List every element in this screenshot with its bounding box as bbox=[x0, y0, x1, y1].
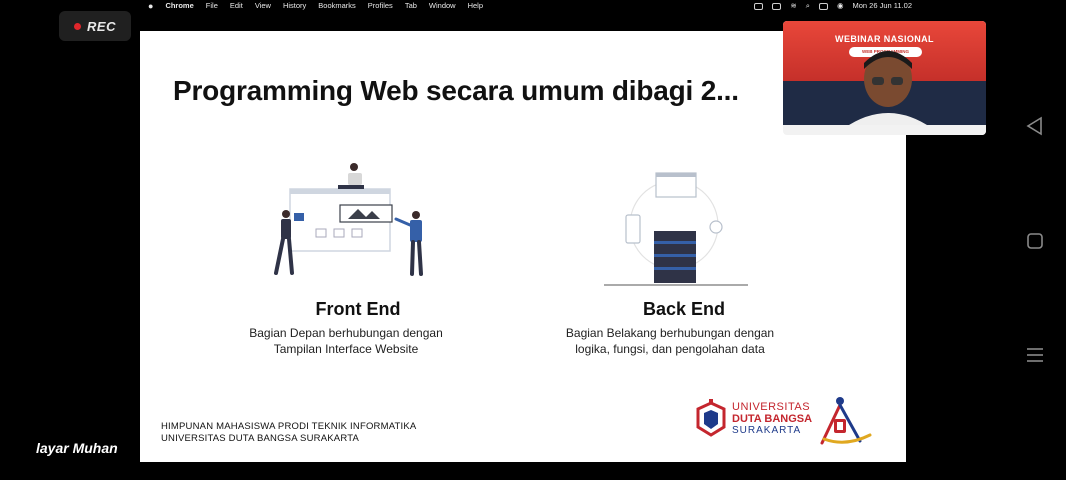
screen-share-icon[interactable] bbox=[754, 2, 764, 10]
menu-profiles[interactable]: Profiles bbox=[368, 0, 393, 12]
recording-label: REC bbox=[87, 18, 116, 34]
menu-help[interactable]: Help bbox=[468, 0, 483, 12]
logo-line3: SURAKARTA bbox=[732, 425, 802, 436]
mac-menubar: ● Chrome File Edit View History Bookmark… bbox=[140, 0, 912, 12]
menu-file[interactable]: File bbox=[206, 0, 218, 12]
logo-line1: UNIVERSITAS bbox=[732, 401, 811, 413]
recording-badge[interactable]: REC bbox=[59, 11, 131, 41]
back-end-desc-line1: Bagian Belakang berhubungan dengan bbox=[565, 326, 775, 340]
menubar-right: ≋ ⌕ ◉ Mon 26 Jun 11.02 bbox=[754, 0, 912, 12]
himpunan-logo-icon bbox=[820, 397, 872, 445]
record-dot-icon bbox=[74, 22, 82, 30]
menu-edit[interactable]: Edit bbox=[230, 0, 243, 12]
menu-tab[interactable]: Tab bbox=[405, 0, 417, 12]
front-end-description: Bagian Depan berhubungan dengan Tampilan… bbox=[216, 325, 476, 357]
university-crest-icon bbox=[696, 399, 726, 437]
battery-icon[interactable] bbox=[772, 2, 782, 10]
menu-bookmarks[interactable]: Bookmarks bbox=[318, 0, 356, 12]
front-end-title: Front End bbox=[315, 299, 401, 319]
control-center-icon[interactable] bbox=[818, 2, 828, 10]
front-end-desc-line1: Bagian Depan berhubungan dengan bbox=[249, 326, 443, 340]
slide-footer: HIMPUNAN MAHASISWA PRODI TEKNIK INFORMAT… bbox=[161, 421, 416, 445]
webcam-overlay[interactable]: WEBINAR NASIONAL WEB PROGRAMMING bbox=[783, 21, 986, 135]
footer-line1: HIMPUNAN MAHASISWA PRODI TEKNIK INFORMAT… bbox=[161, 421, 417, 432]
wifi-icon[interactable]: ≋ bbox=[790, 0, 796, 12]
back-end-description: Bagian Belakang berhubungan dengan logik… bbox=[540, 325, 800, 357]
menubar-left: ● Chrome File Edit View History Bookmark… bbox=[148, 0, 483, 12]
back-icon[interactable] bbox=[1024, 116, 1046, 136]
back-end-illustration bbox=[604, 172, 748, 286]
apple-menu-icon[interactable]: ● bbox=[148, 0, 153, 12]
menu-window[interactable]: Window bbox=[429, 0, 456, 12]
menu-view[interactable]: View bbox=[255, 0, 271, 12]
logo-line2: DUTA BANGSA bbox=[732, 413, 813, 425]
android-nav-bar bbox=[1024, 0, 1050, 480]
back-end-title: Back End bbox=[642, 299, 726, 319]
back-end-desc-line2: logika, fungsi, dan pengolahan data bbox=[575, 342, 765, 356]
footer-line2: UNIVERSITAS DUTA BANGSA SURAKARTA bbox=[161, 433, 360, 444]
slide-title: Programming Web secara umum dibagi 2... bbox=[173, 75, 739, 106]
university-logo: UNIVERSITAS DUTA BANGSA SURAKARTA bbox=[694, 399, 812, 439]
menubar-clock[interactable]: Mon 26 Jun 11.02 bbox=[853, 0, 913, 12]
front-end-desc-line2: Tampilan Interface Website bbox=[273, 342, 419, 356]
siri-icon[interactable]: ◉ bbox=[837, 0, 844, 12]
menu-history[interactable]: History bbox=[283, 0, 306, 12]
webcam-banner-title: WEBINAR NASIONAL bbox=[835, 34, 934, 44]
home-icon[interactable] bbox=[1024, 232, 1046, 252]
webcam-sponsor-strip bbox=[783, 125, 986, 135]
search-icon[interactable]: ⌕ bbox=[806, 0, 810, 12]
participant-name-caption: layar Muhan bbox=[36, 440, 118, 456]
front-end-illustration bbox=[274, 163, 423, 276]
menu-app-chrome[interactable]: Chrome bbox=[165, 0, 193, 12]
recents-icon[interactable] bbox=[1024, 346, 1046, 366]
presenter-person-icon bbox=[843, 51, 933, 129]
